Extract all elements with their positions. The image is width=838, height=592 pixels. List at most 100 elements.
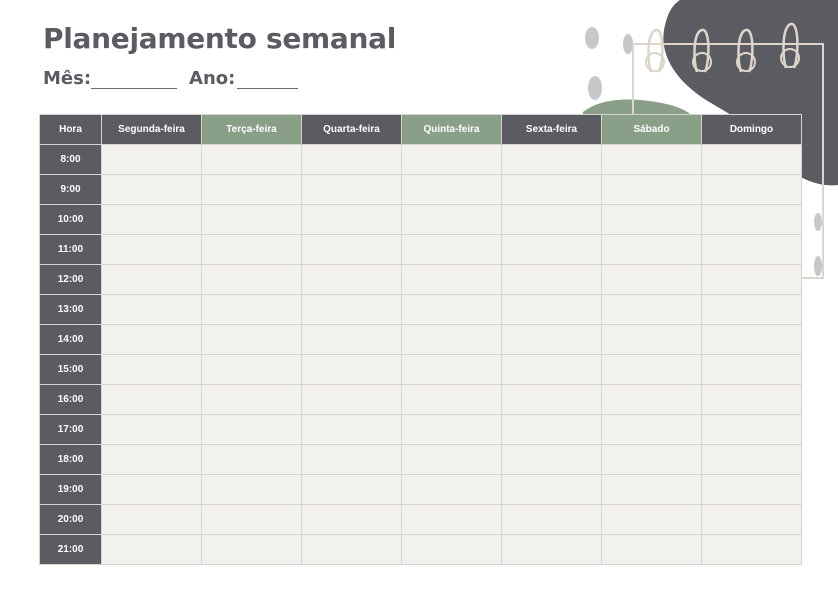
schedule-cell[interactable] bbox=[601, 174, 702, 205]
schedule-cell[interactable] bbox=[601, 234, 702, 265]
schedule-cell[interactable] bbox=[401, 414, 502, 445]
schedule-cell[interactable] bbox=[401, 234, 502, 265]
schedule-cell[interactable] bbox=[701, 414, 802, 445]
schedule-cell[interactable] bbox=[401, 174, 502, 205]
schedule-cell[interactable] bbox=[701, 534, 802, 565]
schedule-cell[interactable] bbox=[701, 234, 802, 265]
schedule-cell[interactable] bbox=[201, 534, 302, 565]
schedule-cell[interactable] bbox=[201, 294, 302, 325]
schedule-cell[interactable] bbox=[701, 504, 802, 535]
schedule-cell[interactable] bbox=[101, 474, 202, 505]
schedule-cell[interactable] bbox=[501, 504, 602, 535]
schedule-cell[interactable] bbox=[101, 504, 202, 535]
schedule-cell[interactable] bbox=[701, 144, 802, 175]
schedule-cell[interactable] bbox=[101, 294, 202, 325]
schedule-cell[interactable] bbox=[201, 144, 302, 175]
schedule-cell[interactable] bbox=[101, 234, 202, 265]
schedule-cell[interactable] bbox=[601, 534, 702, 565]
schedule-cell[interactable] bbox=[301, 324, 402, 355]
schedule-cell[interactable] bbox=[501, 444, 602, 475]
schedule-cell[interactable] bbox=[401, 384, 502, 415]
schedule-cell[interactable] bbox=[201, 414, 302, 445]
schedule-cell[interactable] bbox=[601, 264, 702, 295]
schedule-cell[interactable] bbox=[201, 444, 302, 475]
schedule-cell[interactable] bbox=[601, 504, 702, 535]
schedule-cell[interactable] bbox=[301, 474, 402, 505]
schedule-cell[interactable] bbox=[101, 384, 202, 415]
schedule-cell[interactable] bbox=[601, 354, 702, 385]
schedule-cell[interactable] bbox=[501, 204, 602, 235]
schedule-cell[interactable] bbox=[201, 204, 302, 235]
schedule-cell[interactable] bbox=[701, 354, 802, 385]
schedule-cell[interactable] bbox=[501, 384, 602, 415]
schedule-cell[interactable] bbox=[401, 264, 502, 295]
schedule-cell[interactable] bbox=[301, 144, 402, 175]
schedule-cell[interactable] bbox=[601, 204, 702, 235]
schedule-cell[interactable] bbox=[101, 324, 202, 355]
schedule-cell[interactable] bbox=[301, 444, 402, 475]
schedule-cell[interactable] bbox=[601, 444, 702, 475]
schedule-cell[interactable] bbox=[601, 324, 702, 355]
schedule-cell[interactable] bbox=[101, 264, 202, 295]
schedule-cell[interactable] bbox=[701, 264, 802, 295]
schedule-cell[interactable] bbox=[301, 264, 402, 295]
schedule-cell[interactable] bbox=[401, 474, 502, 505]
schedule-cell[interactable] bbox=[501, 294, 602, 325]
schedule-cell[interactable] bbox=[401, 354, 502, 385]
schedule-cell[interactable] bbox=[501, 264, 602, 295]
schedule-cell[interactable] bbox=[201, 324, 302, 355]
schedule-cell[interactable] bbox=[601, 144, 702, 175]
schedule-cell[interactable] bbox=[401, 534, 502, 565]
schedule-cell[interactable] bbox=[201, 354, 302, 385]
schedule-cell[interactable] bbox=[501, 474, 602, 505]
schedule-cell[interactable] bbox=[701, 324, 802, 355]
schedule-cell[interactable] bbox=[201, 384, 302, 415]
schedule-cell[interactable] bbox=[301, 294, 402, 325]
schedule-cell[interactable] bbox=[201, 474, 302, 505]
schedule-cell[interactable] bbox=[701, 174, 802, 205]
schedule-cell[interactable] bbox=[101, 144, 202, 175]
schedule-cell[interactable] bbox=[301, 414, 402, 445]
schedule-cell[interactable] bbox=[401, 204, 502, 235]
schedule-cell[interactable] bbox=[501, 144, 602, 175]
schedule-cell[interactable] bbox=[101, 414, 202, 445]
schedule-cell[interactable] bbox=[601, 384, 702, 415]
schedule-cell[interactable] bbox=[101, 174, 202, 205]
schedule-cell[interactable] bbox=[601, 474, 702, 505]
schedule-cell[interactable] bbox=[401, 144, 502, 175]
schedule-cell[interactable] bbox=[101, 534, 202, 565]
schedule-cell[interactable] bbox=[101, 354, 202, 385]
schedule-cell[interactable] bbox=[501, 534, 602, 565]
schedule-cell[interactable] bbox=[401, 444, 502, 475]
schedule-cell[interactable] bbox=[201, 504, 302, 535]
schedule-cell[interactable] bbox=[701, 294, 802, 325]
schedule-cell[interactable] bbox=[401, 294, 502, 325]
schedule-cell[interactable] bbox=[501, 324, 602, 355]
schedule-cell[interactable] bbox=[301, 534, 402, 565]
schedule-cell[interactable] bbox=[301, 234, 402, 265]
schedule-cell[interactable] bbox=[301, 174, 402, 205]
year-blank-line[interactable] bbox=[237, 68, 299, 89]
schedule-cell[interactable] bbox=[501, 234, 602, 265]
schedule-cell[interactable] bbox=[701, 444, 802, 475]
schedule-cell[interactable] bbox=[301, 204, 402, 235]
schedule-cell[interactable] bbox=[501, 354, 602, 385]
schedule-cell[interactable] bbox=[501, 174, 602, 205]
schedule-cell[interactable] bbox=[201, 234, 302, 265]
schedule-cell[interactable] bbox=[601, 294, 702, 325]
month-blank-line[interactable] bbox=[91, 68, 178, 89]
schedule-cell[interactable] bbox=[401, 504, 502, 535]
schedule-cell[interactable] bbox=[701, 384, 802, 415]
schedule-cell[interactable] bbox=[301, 384, 402, 415]
schedule-cell[interactable] bbox=[201, 264, 302, 295]
schedule-cell[interactable] bbox=[101, 444, 202, 475]
schedule-cell[interactable] bbox=[101, 204, 202, 235]
schedule-cell[interactable] bbox=[701, 474, 802, 505]
schedule-cell[interactable] bbox=[301, 354, 402, 385]
schedule-cell[interactable] bbox=[201, 174, 302, 205]
schedule-cell[interactable] bbox=[301, 504, 402, 535]
schedule-cell[interactable] bbox=[601, 414, 702, 445]
schedule-cell[interactable] bbox=[401, 324, 502, 355]
schedule-cell[interactable] bbox=[501, 414, 602, 445]
schedule-cell[interactable] bbox=[701, 204, 802, 235]
